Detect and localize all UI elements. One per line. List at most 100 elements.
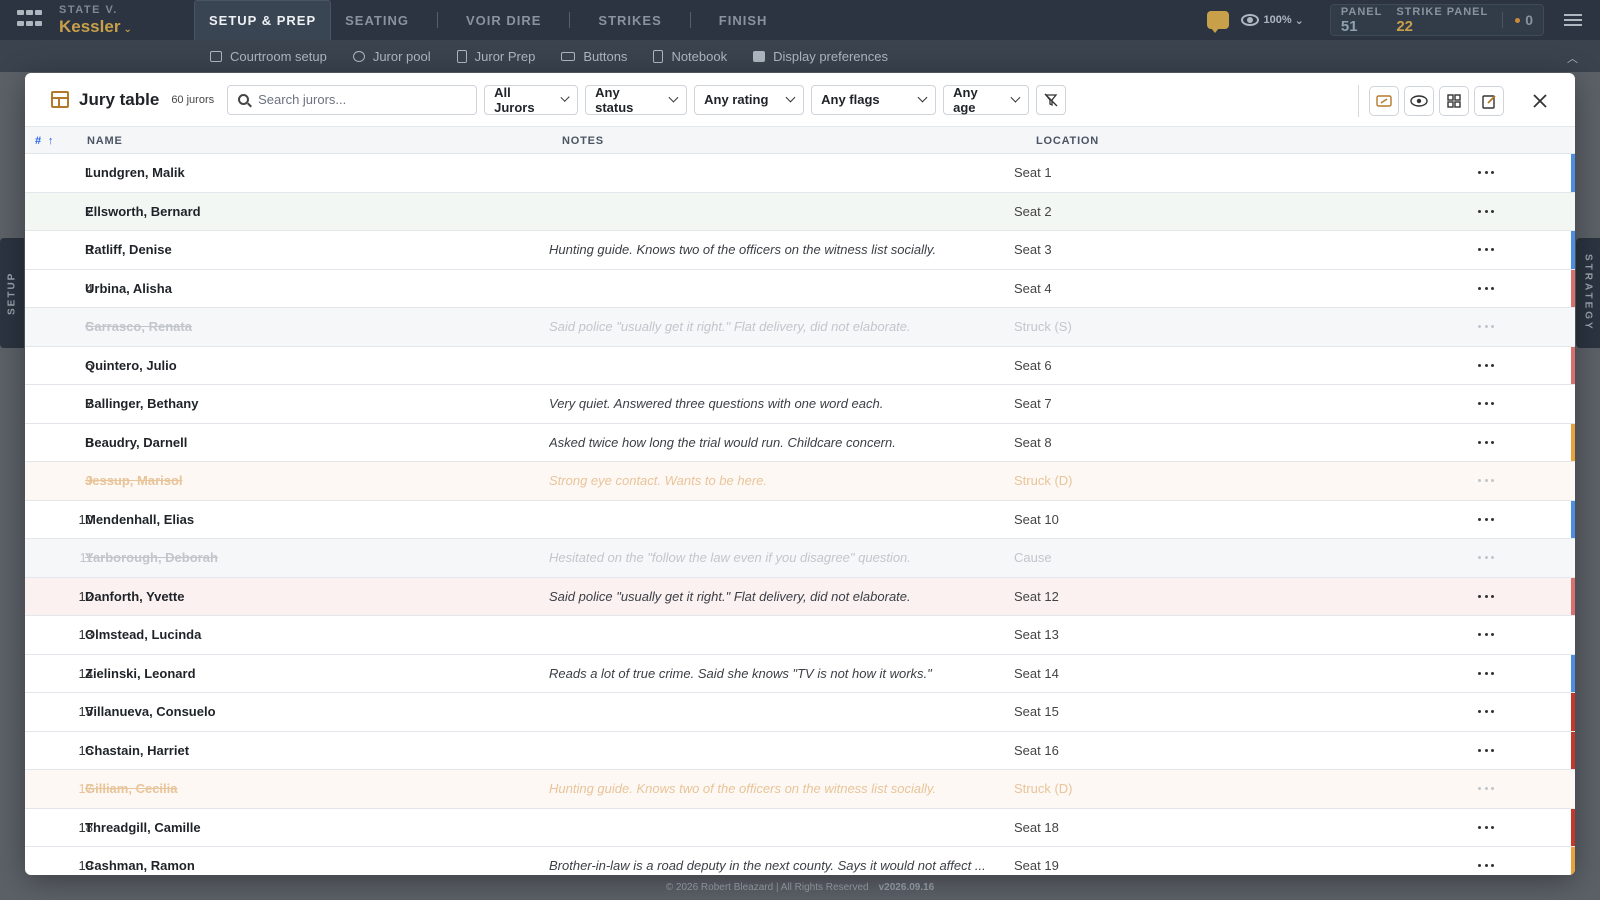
juror-name[interactable]: Chastain, Harriet (85, 743, 189, 758)
filter-label: Any rating (704, 92, 769, 107)
flags-filter[interactable]: Any flags (811, 84, 937, 115)
juror-row[interactable]: 9 Jessup, Marisol Strong eye contact. Want… (25, 462, 1575, 501)
juror-location: Seat 19 (1014, 858, 1059, 874)
tab-finish[interactable]: FINISH (705, 0, 782, 40)
tab-setup-prep[interactable]: SETUP & PREP (194, 0, 332, 40)
subnav-courtroom-setup[interactable]: Courtroom setup (210, 49, 327, 64)
juror-row[interactable]: 3 Ratliff, Denise Hunting guide. Knows two… (25, 231, 1575, 270)
juror-name[interactable]: Carrasco, Renata (85, 319, 192, 334)
juror-name[interactable]: Villanueva, Consuelo (85, 704, 216, 719)
more-options-icon[interactable] (1478, 363, 1494, 367)
juror-name[interactable]: Quintero, Julio (85, 358, 177, 373)
more-options-icon[interactable] (1478, 633, 1494, 637)
juror-row[interactable]: 15 Villanueva, Consuelo Seat 15 (25, 693, 1575, 732)
juror-row[interactable]: 8 Beaudry, Darnell Asked twice how long th… (25, 423, 1575, 462)
juror-location: Seat 7 (1014, 396, 1052, 412)
juror-name[interactable]: Threadgill, Camille (85, 820, 201, 835)
search-input[interactable] (258, 92, 459, 107)
more-options-icon[interactable] (1478, 248, 1494, 252)
subnav-juror-pool[interactable]: Juror pool (352, 49, 431, 64)
juror-name[interactable]: Cashman, Ramon (85, 858, 195, 873)
chevron-down-icon: ⌄ (1294, 14, 1304, 27)
more-options-icon[interactable] (1478, 402, 1494, 406)
juror-name[interactable]: Ellsworth, Bernard (85, 204, 201, 219)
juror-row[interactable]: 14 Zielinski, Leonard Reads a lot of true … (25, 654, 1575, 693)
visibility-button[interactable] (1404, 86, 1434, 116)
subnav-buttons[interactable]: Buttons (561, 49, 627, 64)
flag-count[interactable]: 0 (1502, 12, 1533, 28)
more-options-icon[interactable] (1478, 440, 1494, 444)
grid-view-button[interactable] (1439, 86, 1469, 116)
more-options-icon[interactable] (1478, 710, 1494, 714)
juror-name[interactable]: Zielinski, Leonard (85, 666, 196, 681)
rating-filter[interactable]: Any rating (694, 84, 805, 115)
juror-row[interactable]: 16 Chastain, Harriet Seat 16 (25, 731, 1575, 770)
juror-name[interactable]: Gilliam, Cecilia (85, 781, 178, 796)
case-selector[interactable]: STATE V. Kessler ⌄ (59, 5, 132, 36)
more-options-icon[interactable] (1478, 594, 1494, 598)
juror-row[interactable]: 2 Ellsworth, Bernard Seat 2 (25, 192, 1575, 231)
juror-row[interactable]: 7 Ballinger, Bethany Very quiet. Answered … (25, 385, 1575, 424)
more-options-icon[interactable] (1478, 787, 1494, 791)
strategy-side-tab[interactable]: STRATEGY (1576, 238, 1600, 348)
juror-row[interactable]: 1 Lundgren, Malik Seat 1 (25, 154, 1575, 193)
more-options-icon[interactable] (1478, 556, 1494, 560)
more-options-icon[interactable] (1478, 171, 1494, 175)
juror-row[interactable]: 10 Mendenhall, Elias Seat 10 (25, 500, 1575, 539)
subnav-display-preferences[interactable]: Display preferences (753, 49, 888, 64)
more-options-icon[interactable] (1478, 825, 1494, 829)
age-filter[interactable]: Any age (943, 84, 1030, 115)
juror-row[interactable]: 18 Threadgill, Camille Seat 18 (25, 808, 1575, 847)
juror-row[interactable]: 13 Olmstead, Lucinda Seat 13 (25, 616, 1575, 655)
more-options-icon[interactable] (1478, 479, 1494, 483)
column-name-header[interactable]: NAME (87, 135, 123, 147)
juror-row[interactable]: 11 Yarborough, Deborah Hesitated on the "f… (25, 539, 1575, 578)
more-options-icon[interactable] (1478, 286, 1494, 290)
status-filter[interactable]: Any status (585, 84, 688, 115)
subnav-notebook[interactable]: Notebook (653, 49, 727, 64)
juror-name[interactable]: Yarborough, Deborah (85, 550, 218, 565)
more-options-icon[interactable] (1478, 517, 1494, 521)
juror-name[interactable]: Jessup, Marisol (85, 473, 183, 488)
more-options-icon[interactable] (1478, 864, 1494, 868)
juror-name[interactable]: Beaudry, Darnell (85, 435, 187, 450)
juror-row[interactable]: 19 Cashman, Ramon Brother-in-law is a road… (25, 847, 1575, 875)
tablet-icon (1376, 95, 1392, 107)
menu-icon[interactable] (1564, 14, 1582, 26)
juror-name[interactable]: Ballinger, Bethany (85, 396, 198, 411)
juror-name[interactable]: Ratliff, Denise (85, 242, 172, 257)
juror-note: Very quiet. Answered three questions wit… (549, 396, 884, 412)
jurors-filter[interactable]: All Jurors (484, 84, 579, 115)
subnav-juror-prep[interactable]: Juror Prep (456, 49, 535, 64)
juror-name[interactable]: Lundgren, Malik (85, 165, 185, 180)
apps-grid-icon[interactable] (17, 10, 43, 30)
juror-row[interactable]: 12 Danforth, Yvette Said police "usually g… (25, 577, 1575, 616)
juror-row[interactable]: 17 Gilliam, Cecilia Hunting guide. Knows t… (25, 770, 1575, 809)
juror-row[interactable]: 4 Urbina, Alisha Seat 4 (25, 269, 1575, 308)
juror-name[interactable]: Mendenhall, Elias (85, 512, 194, 527)
column-notes-header[interactable]: NOTES (562, 135, 604, 147)
juror-row[interactable]: 6 Quintero, Julio Seat 6 (25, 346, 1575, 385)
juror-name[interactable]: Danforth, Yvette (85, 589, 184, 604)
close-button[interactable] (1525, 86, 1555, 116)
tab-voir-dire[interactable]: VOIR DIRE (452, 0, 555, 40)
toolbar-divider (1358, 85, 1359, 117)
tablet-view-button[interactable] (1369, 86, 1399, 116)
tab-seating[interactable]: SEATING (331, 0, 423, 40)
setup-side-tab[interactable]: SETUP (0, 238, 24, 348)
more-options-icon[interactable] (1478, 748, 1494, 752)
more-options-icon[interactable] (1478, 325, 1494, 329)
more-options-icon[interactable] (1478, 671, 1494, 675)
juror-name[interactable]: Olmstead, Lucinda (85, 627, 201, 642)
sort-by-number-header[interactable]: # ↑ (35, 135, 54, 147)
zoom-control[interactable]: 100% ⌄ (1240, 14, 1304, 27)
tab-strikes[interactable]: STRIKES (584, 0, 675, 40)
clear-filters-button[interactable] (1036, 84, 1067, 115)
edit-button[interactable] (1474, 86, 1504, 116)
more-options-icon[interactable] (1478, 209, 1494, 213)
juror-name[interactable]: Urbina, Alisha (85, 281, 172, 296)
column-location-header[interactable]: LOCATION (1036, 135, 1099, 147)
chat-icon[interactable] (1206, 11, 1229, 33)
collapse-subnav-icon[interactable]: ︿ (1567, 50, 1578, 66)
juror-row[interactable]: 5 Carrasco, Renata Said police "usually ge… (25, 308, 1575, 347)
